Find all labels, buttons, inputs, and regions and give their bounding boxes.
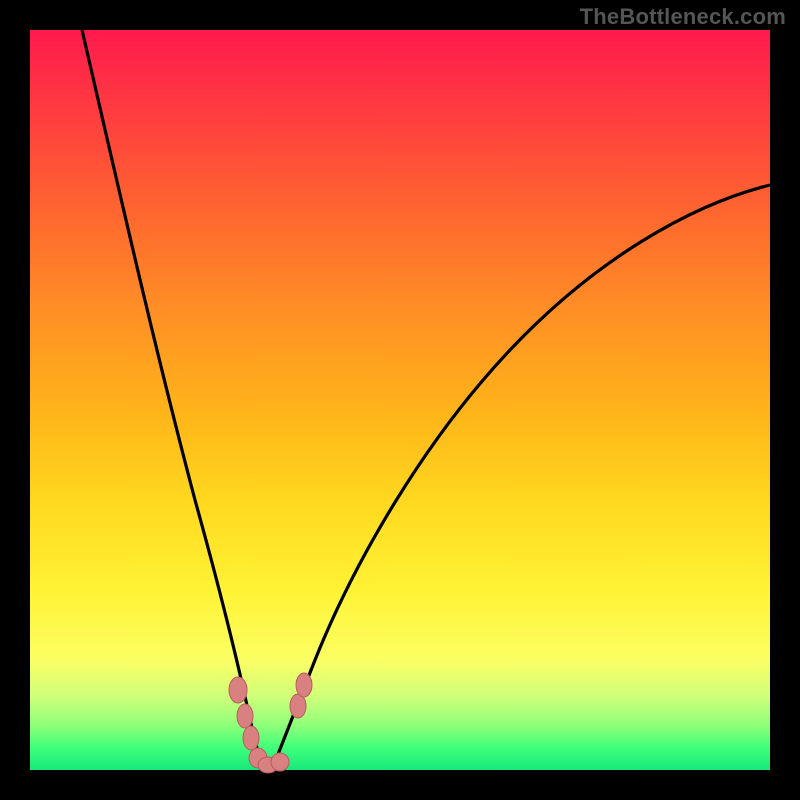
watermark-text: TheBottleneck.com bbox=[580, 4, 786, 30]
chart-plot-area bbox=[30, 30, 770, 770]
bottleneck-curve bbox=[30, 30, 770, 770]
curve-path bbox=[82, 30, 770, 767]
chart-frame: TheBottleneck.com bbox=[0, 0, 800, 800]
curve-markers bbox=[229, 673, 312, 773]
